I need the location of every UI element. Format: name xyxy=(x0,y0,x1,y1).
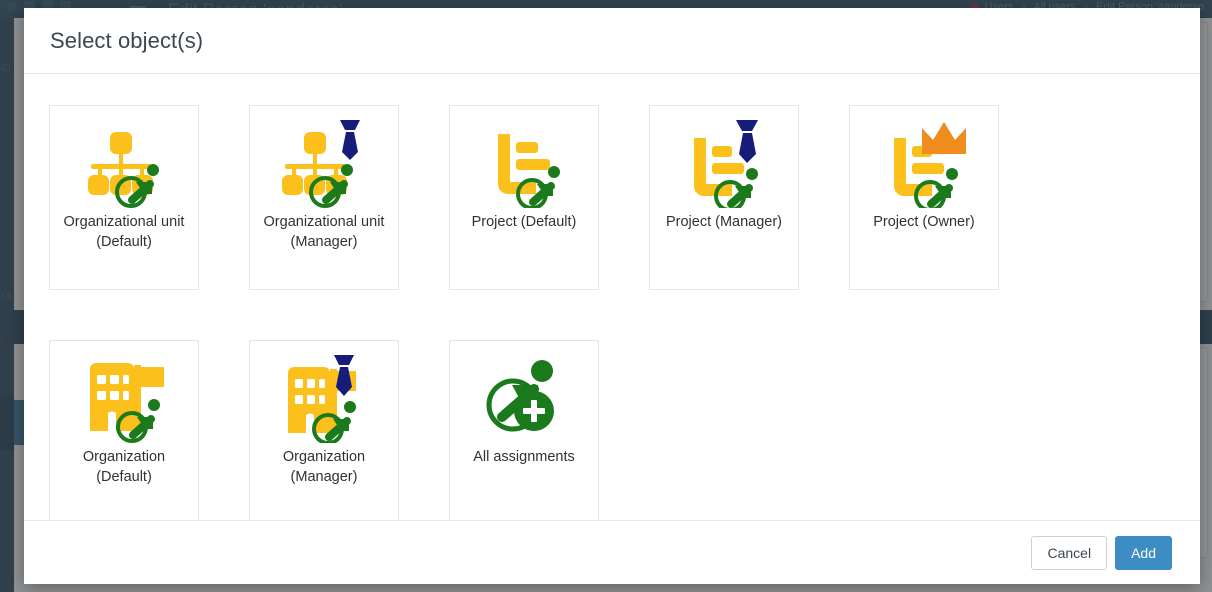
object-card-label: All assignments xyxy=(473,449,575,465)
dialog-body: Organizational unit (Default) Organizati… xyxy=(24,74,1200,520)
organization-manager-icon xyxy=(276,351,372,443)
object-card-label: Organization (Manager) xyxy=(282,449,366,485)
object-card-project-owner[interactable]: Project (Owner) xyxy=(849,105,999,290)
project-icon xyxy=(476,116,572,208)
object-card-label: Project (Manager) xyxy=(665,214,783,230)
object-card-label: Project (Owner) xyxy=(873,214,975,230)
organization-icon xyxy=(76,351,172,443)
dialog-title: Select object(s) xyxy=(50,27,204,53)
dialog-footer: Cancel Add xyxy=(24,520,1200,584)
org-unit-manager-icon xyxy=(276,116,372,208)
all-assignments-icon xyxy=(476,351,572,443)
object-card-project-manager[interactable]: Project (Manager) xyxy=(649,105,799,290)
tie-icon xyxy=(736,120,758,163)
object-card-organizational-unit-default[interactable]: Organizational unit (Default) xyxy=(49,105,199,290)
object-card-label: Project (Default) xyxy=(471,214,577,230)
crown-icon xyxy=(922,122,966,154)
object-card-organizational-unit-manager[interactable]: Organizational unit (Manager) xyxy=(249,105,399,290)
object-card-label: Organizational unit (Manager) xyxy=(263,214,385,250)
tie-icon xyxy=(340,120,360,160)
object-card-grid: Organizational unit (Default) Organizati… xyxy=(49,105,1149,520)
object-card-label: Organization (Default) xyxy=(82,449,166,485)
dialog-header: Select object(s) xyxy=(24,8,1200,74)
org-unit-icon xyxy=(76,116,172,208)
select-objects-dialog: Select object(s) Organizational unit (De… xyxy=(24,8,1200,584)
object-card-project-default[interactable]: Project (Default) xyxy=(449,105,599,290)
project-manager-icon xyxy=(676,116,772,208)
object-card-organization-manager[interactable]: Organization (Manager) xyxy=(249,340,399,520)
project-owner-icon xyxy=(876,116,972,208)
add-button[interactable]: Add xyxy=(1115,535,1172,570)
object-card-label: Organizational unit (Default) xyxy=(63,214,185,250)
cancel-button[interactable]: Cancel xyxy=(1031,535,1108,570)
object-card-all-assignments[interactable]: All assignments xyxy=(449,340,599,520)
object-card-organization-default[interactable]: Organization (Default) xyxy=(49,340,199,520)
